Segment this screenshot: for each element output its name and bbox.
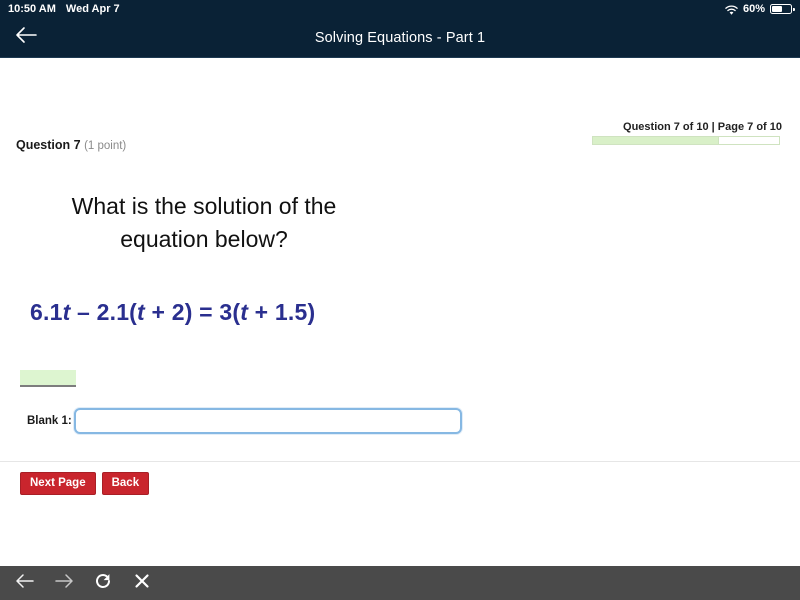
blank-1-label: Blank 1: <box>27 415 72 427</box>
equation-part-a: 6.1 <box>30 299 63 325</box>
back-button[interactable]: Back <box>101 472 150 495</box>
status-bar-right: 60% <box>725 3 795 16</box>
ios-status-bar: 10:50 AM Wed Apr 7 60% <box>0 0 800 18</box>
progress-question-count: Question 7 of 10 <box>623 121 709 133</box>
arrow-left-icon <box>14 26 38 49</box>
battery-percent-label: 60% <box>742 3 765 15</box>
nav-back-button[interactable] <box>10 23 42 53</box>
arrow-right-icon <box>54 573 74 594</box>
progress-bar-fill <box>593 137 720 144</box>
progress-page-count: Page 7 of 10 <box>717 121 782 133</box>
page-title: Solving Equations - Part 1 <box>314 29 486 46</box>
progress-text: Question 7 of 10 | Page 7 of 10 <box>592 120 782 134</box>
quiz-actions: Next Page Back <box>20 472 150 495</box>
browser-forward-button[interactable] <box>53 572 75 594</box>
browser-reload-button[interactable] <box>92 572 114 594</box>
reload-icon <box>93 571 113 596</box>
status-date: Wed Apr 7 <box>65 3 120 15</box>
quiz-content-area: Question 7 (1 point) Question 7 of 10 | … <box>0 58 800 564</box>
wifi-icon <box>725 5 738 16</box>
question-number-label: Question 7 <box>16 138 81 152</box>
answer-blank-highlight <box>20 370 76 387</box>
status-bar-left: 10:50 AM Wed Apr 7 <box>8 3 120 15</box>
question-points-label: (1 point) <box>84 140 127 152</box>
equation-part-b: – 2.1( <box>70 299 138 325</box>
blank-answer-row: Blank 1: <box>27 408 462 434</box>
equation-variable-2: t <box>137 299 145 325</box>
arrow-left-icon <box>15 573 35 594</box>
question-prompt: What is the solution of the equation bel… <box>24 190 384 256</box>
battery-fill <box>772 6 783 12</box>
app-nav-bar: Solving Equations - Part 1 <box>0 18 800 58</box>
equation-part-d: + 1.5) <box>248 299 316 325</box>
prompt-line-1: What is the solution of the <box>71 193 337 219</box>
browser-back-button[interactable] <box>14 572 36 594</box>
browser-bottom-toolbar <box>0 566 800 600</box>
progress-bar-track <box>592 136 780 145</box>
section-divider <box>0 461 800 462</box>
equation-part-c: + 2) = 3( <box>144 299 241 325</box>
equation-expression: 6.1t – 2.1(t + 2) = 3(t + 1.5) <box>30 299 315 326</box>
prompt-line-2: equation below? <box>120 226 288 252</box>
progress-separator: | <box>708 121 718 133</box>
close-icon <box>133 572 151 595</box>
browser-close-button[interactable] <box>131 572 153 594</box>
battery-icon <box>770 4 795 14</box>
blank-1-input[interactable] <box>73 408 462 434</box>
question-meta: Question 7 (1 point) <box>16 138 126 152</box>
status-time: 10:50 AM <box>8 3 56 15</box>
quiz-progress-block: Question 7 of 10 | Page 7 of 10 <box>592 120 782 145</box>
equation-variable-3: t <box>240 299 249 325</box>
next-page-button[interactable]: Next Page <box>20 472 96 495</box>
